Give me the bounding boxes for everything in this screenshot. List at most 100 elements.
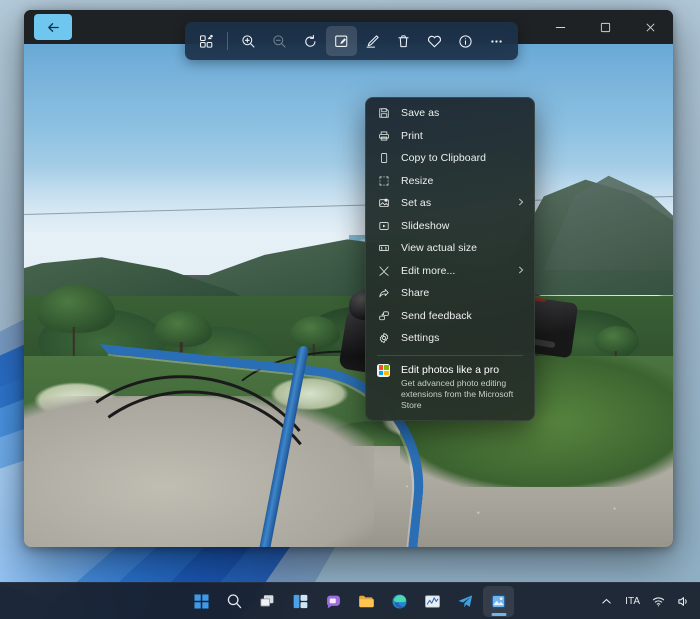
microsoft-store-icon	[375, 363, 392, 412]
menu-item-print[interactable]: Print	[366, 125, 534, 148]
save-icon	[375, 107, 392, 119]
close-button[interactable]	[628, 10, 673, 44]
maximize-icon	[600, 22, 611, 33]
settings-icon	[375, 332, 392, 344]
markup-button[interactable]	[357, 26, 388, 56]
taskbar-item-start[interactable]	[186, 586, 217, 617]
store-promo-item[interactable]: Edit photos like a pro Get advanced phot…	[366, 362, 534, 415]
slideshow-icon	[375, 220, 392, 232]
menu-divider	[377, 355, 523, 356]
menu-item-send-feedback[interactable]: Send feedback	[366, 305, 534, 328]
rotate-icon	[302, 33, 319, 50]
zoom-out-button[interactable]	[264, 26, 295, 56]
edge-icon	[390, 592, 409, 611]
rotate-button[interactable]	[295, 26, 326, 56]
menu-item-set-as[interactable]: Set as	[366, 192, 534, 215]
language-label: ITA	[625, 596, 640, 607]
menu-label: Resize	[401, 175, 525, 187]
menu-label: Send feedback	[401, 310, 525, 322]
menu-item-share[interactable]: Share	[366, 282, 534, 305]
taskbar-apps	[186, 586, 514, 617]
menu-label: Save as	[401, 107, 525, 119]
tray-language-indicator[interactable]: ITA	[620, 591, 645, 612]
menu-item-slideshow[interactable]: Slideshow	[366, 215, 534, 238]
taskbar-item-edge[interactable]	[384, 586, 415, 617]
context-menu: Save as Print Copy to Clipboard	[365, 97, 535, 421]
file-explorer-icon	[357, 592, 376, 611]
start-icon	[192, 592, 211, 611]
window-controls	[538, 10, 673, 44]
menu-item-settings[interactable]: Settings	[366, 327, 534, 350]
taskbar-item-telegram[interactable]	[450, 586, 481, 617]
wifi-icon	[652, 595, 665, 608]
delete-icon	[395, 33, 412, 50]
taskbar-item-file-explorer[interactable]	[351, 586, 382, 617]
taskbar-item-photos[interactable]	[483, 586, 514, 617]
task-view-icon	[258, 592, 277, 611]
more-button[interactable]	[481, 26, 512, 56]
photo-canvas[interactable]	[24, 44, 673, 547]
menu-label: Set as	[401, 197, 517, 209]
maximize-button[interactable]	[583, 10, 628, 44]
menu-label: Settings	[401, 332, 525, 344]
minimize-button[interactable]	[538, 10, 583, 44]
info-button[interactable]	[450, 26, 481, 56]
promo-subtitle: Get advanced photo editing extensions fr…	[401, 378, 525, 412]
telegram-icon	[456, 592, 475, 611]
minimize-icon	[555, 22, 566, 33]
menu-label: Print	[401, 130, 525, 142]
chat-icon	[324, 592, 343, 611]
tray-overflow-button[interactable]	[595, 590, 618, 613]
menu-item-resize[interactable]: Resize	[366, 170, 534, 193]
menu-item-copy-to-clipboard[interactable]: Copy to Clipboard	[366, 147, 534, 170]
tray-network-button[interactable]	[647, 590, 670, 613]
zoom-out-icon	[271, 33, 288, 50]
chevron-right-icon	[517, 265, 525, 277]
taskbar-item-widgets[interactable]	[285, 586, 316, 617]
zoom-in-button[interactable]	[233, 26, 264, 56]
promo-title: Edit photos like a pro	[401, 363, 525, 377]
feedback-icon	[375, 310, 392, 322]
widgets-icon	[291, 592, 310, 611]
back-arrow-icon	[46, 20, 61, 35]
photo-toolbar	[185, 22, 518, 60]
stocks-icon	[423, 592, 442, 611]
menu-item-view-actual-size[interactable]: View actual size	[366, 237, 534, 260]
menu-label: Slideshow	[401, 220, 525, 232]
menu-label: Copy to Clipboard	[401, 152, 525, 164]
close-icon	[645, 22, 656, 33]
system-tray: ITA	[595, 590, 695, 613]
favorite-icon	[426, 33, 443, 50]
tray-volume-button[interactable]	[672, 590, 695, 613]
more-icon	[488, 33, 505, 50]
taskbar-item-task-view[interactable]	[252, 586, 283, 617]
taskbar: ITA	[0, 582, 700, 619]
menu-item-save-as[interactable]: Save as	[366, 102, 534, 125]
share-icon	[375, 287, 392, 299]
gallery-button[interactable]	[191, 26, 222, 56]
menu-item-edit-more[interactable]: Edit more...	[366, 260, 534, 283]
gallery-icon	[198, 33, 215, 50]
resize-icon	[375, 175, 392, 187]
taskbar-item-stocks[interactable]	[417, 586, 448, 617]
info-icon	[457, 33, 474, 50]
speaker-icon	[677, 595, 690, 608]
menu-label: Share	[401, 287, 525, 299]
chevron-right-icon	[517, 197, 525, 209]
photos-icon	[489, 592, 508, 611]
back-button[interactable]	[34, 14, 72, 40]
taskbar-item-chat[interactable]	[318, 586, 349, 617]
markup-icon	[364, 33, 381, 50]
search-icon	[225, 592, 244, 611]
crop-icon	[333, 33, 350, 50]
delete-button[interactable]	[388, 26, 419, 56]
chevron-up-icon	[600, 595, 613, 608]
crop-button[interactable]	[326, 26, 357, 56]
copy-icon	[375, 152, 392, 164]
set-as-icon	[375, 197, 392, 209]
print-icon	[375, 130, 392, 142]
favorite-button[interactable]	[419, 26, 450, 56]
taskbar-item-search[interactable]	[219, 586, 250, 617]
edit-more-icon	[375, 265, 392, 277]
zoom-in-icon	[240, 33, 257, 50]
